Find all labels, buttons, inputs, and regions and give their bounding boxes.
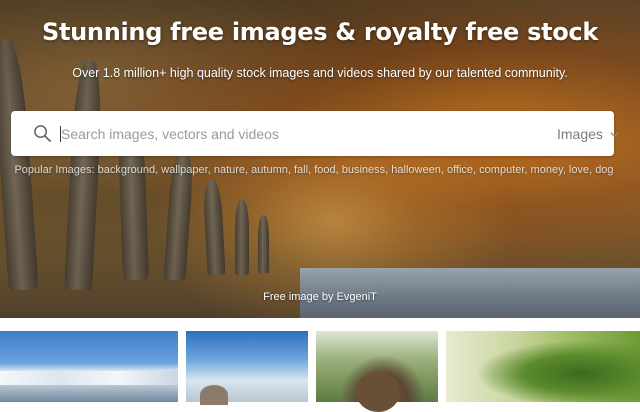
image-credit[interactable]: Free image by EvgeniT — [0, 291, 640, 303]
tag-link[interactable]: dog — [595, 164, 613, 176]
tag-link[interactable]: money — [531, 164, 563, 176]
tag-link[interactable]: computer — [479, 164, 524, 176]
tag-link[interactable]: love — [569, 164, 589, 176]
popular-label: Popular Images: — [14, 164, 95, 176]
hero-subtitle: Over 1.8 million+ high quality stock ima… — [72, 66, 568, 80]
rock-shape — [200, 385, 228, 405]
person-head-shape — [356, 372, 400, 412]
media-type-select[interactable]: Images — [557, 124, 620, 144]
tag-link[interactable]: wallpaper — [161, 164, 207, 176]
tag-link[interactable]: fall — [294, 164, 308, 176]
tag-link[interactable]: food — [314, 164, 335, 176]
hero-title: Stunning free images & royalty free stoc… — [41, 18, 599, 46]
chevron-down-icon — [610, 132, 619, 138]
tag-link[interactable]: office — [447, 164, 473, 176]
tag-link[interactable]: autumn — [251, 164, 288, 176]
media-type-label: Images — [557, 126, 603, 142]
search-input[interactable] — [61, 121, 531, 147]
search-icon[interactable] — [33, 124, 52, 143]
search-bar: Images — [11, 111, 619, 156]
thumbnail-green-leaf[interactable] — [446, 331, 640, 402]
tag-link[interactable]: background — [98, 164, 156, 176]
tag-link[interactable]: business — [342, 164, 385, 176]
popular-tags: Popular Images: background, wallpaper, n… — [14, 164, 614, 176]
thumbnail-waterfall[interactable] — [0, 331, 178, 402]
hero-banner — [0, 0, 640, 318]
tag-link[interactable]: nature — [214, 164, 245, 176]
tag-link[interactable]: halloween — [391, 164, 441, 176]
